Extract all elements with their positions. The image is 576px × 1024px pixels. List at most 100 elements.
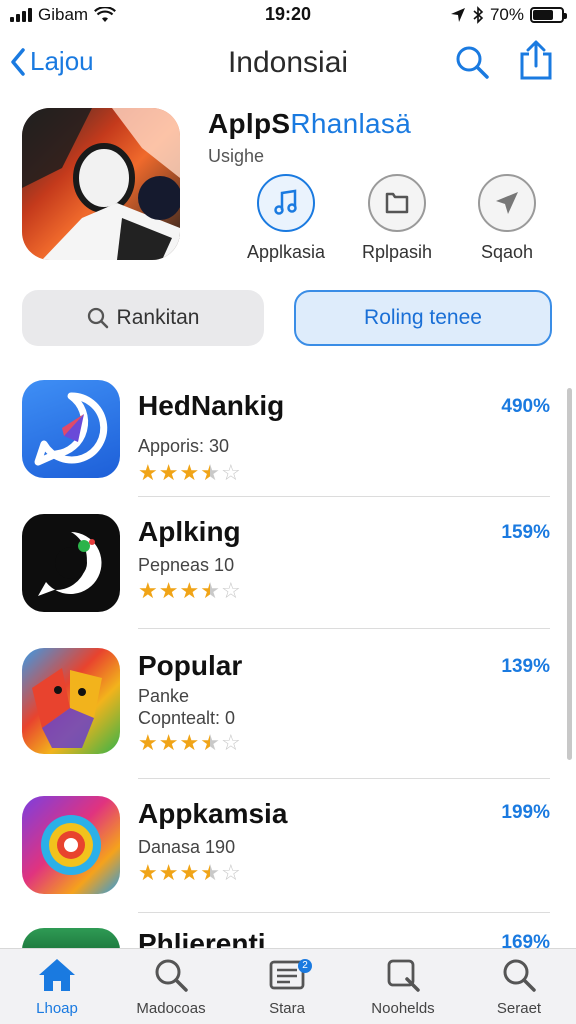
app-percent: 490% <box>501 396 550 417</box>
segment-label: Roling tenee <box>364 306 482 329</box>
star-icon: ★ <box>158 860 179 885</box>
music-note-icon <box>274 189 297 215</box>
app-meta: Copntealt: 0 <box>138 708 236 728</box>
star-icon: ★ <box>158 578 179 603</box>
search-doc-icon <box>387 959 420 992</box>
star-empty-icon: ☆ <box>220 730 241 755</box>
app-icon <box>22 928 120 950</box>
star-half-icon: ★ <box>200 578 220 603</box>
battery-percent: 70% <box>489 5 524 24</box>
tab-stara[interactable]: 2 Stara <box>232 957 342 1017</box>
list-item[interactable]: Appkamsia Danasa 190 ★ ★ ★ ★ ☆ 199% <box>0 796 576 906</box>
list-item[interactable]: Phlierenti 169% <box>0 928 576 950</box>
star-icon: ★ <box>138 460 158 485</box>
share-icon <box>520 40 552 80</box>
tab-label: Stara <box>269 1000 305 1017</box>
divider <box>138 778 550 779</box>
featured-app-subtitle: Usighe <box>208 146 265 166</box>
app-meta: Apporis: 30 <box>138 436 230 456</box>
tab-madocoas[interactable]: Madocoas <box>116 957 226 1017</box>
nav-bar: Lajou Indonsiai <box>0 36 576 92</box>
featured-app-title: AplpSRhanlasä <box>208 108 411 140</box>
app-name: Aplking <box>138 516 241 547</box>
photos-icon <box>41 815 101 875</box>
share-button[interactable] <box>518 40 554 85</box>
star-rating: ★ ★ ★ ★ ☆ <box>138 462 241 484</box>
search-icon <box>155 959 188 992</box>
list-item[interactable]: Aplking Pepneas 10 ★ ★ ★ ★ ☆ 159% <box>0 514 576 624</box>
star-empty-icon: ☆ <box>220 860 241 885</box>
star-icon: ★ <box>158 460 179 485</box>
tab-label: Noohelds <box>371 1000 435 1017</box>
tab-seraet[interactable]: Seraet <box>464 957 574 1017</box>
bluetooth-icon <box>473 6 484 24</box>
search-icon <box>87 307 108 329</box>
star-empty-icon: ☆ <box>220 460 241 485</box>
trending-segment-button[interactable]: Roling tenee <box>294 290 552 346</box>
star-icon: ★ <box>138 730 158 755</box>
tab-bar: Lhoap Madocoas 2 Stara Noohelds Seraet <box>0 948 576 1024</box>
divider <box>138 912 550 913</box>
compass-icon <box>34 392 108 466</box>
scrollbar[interactable] <box>567 388 572 760</box>
list-item[interactable]: Popular Panke Copntealt: 0 ★ ★ ★ ★ ☆ 139% <box>0 648 576 758</box>
divider <box>138 496 550 497</box>
app-name: HedNankig <box>138 390 285 421</box>
notification-badge: 2 <box>298 959 312 973</box>
action-label: Applkasia <box>246 242 326 262</box>
app-name: Appkamsia <box>138 798 288 829</box>
tab-home[interactable]: Lhoap <box>2 957 112 1017</box>
action-label: Rplpasih <box>361 242 433 262</box>
star-rating: ★ ★ ★ ★ ☆ <box>138 732 241 754</box>
list-item[interactable]: HedNankig Apporis: 30 ★ ★ ★ ★ ☆ 490% <box>0 380 576 490</box>
app-meta: Danasa 190 <box>138 837 236 857</box>
star-icon: ★ <box>158 730 179 755</box>
app-percent: 139% <box>501 656 550 677</box>
paper-plane-icon <box>496 192 518 214</box>
app-percent: 199% <box>501 802 550 823</box>
featured-app-title-main: AplpS <box>208 108 291 139</box>
battery-icon <box>530 7 567 23</box>
action-applkasia[interactable]: Applkasia <box>231 174 341 263</box>
featured-app-title-accent: Rhanlasä <box>290 108 412 139</box>
app-name: Phlierenti <box>138 928 266 950</box>
star-half-icon: ★ <box>200 730 220 755</box>
star-empty-icon: ☆ <box>220 578 241 603</box>
action-sqaoh[interactable]: Sqaoh <box>452 174 562 263</box>
rankings-search-button[interactable]: Rankitan <box>22 290 264 346</box>
search-button[interactable] <box>454 44 490 85</box>
app-icon <box>22 380 120 478</box>
star-half-icon: ★ <box>200 460 220 485</box>
segment-label: Rankitan <box>116 306 200 329</box>
folder-icon <box>385 192 409 214</box>
featured-app-icon[interactable] <box>22 108 180 260</box>
star-icon: ★ <box>179 860 200 885</box>
app-meta: Pepneas 10 <box>138 555 235 575</box>
star-icon: ★ <box>179 578 200 603</box>
action-rplpasih[interactable]: Rplpasih <box>342 174 452 263</box>
star-icon: ★ <box>138 578 158 603</box>
camera-bubble-icon <box>38 532 102 596</box>
tab-label: Seraet <box>496 1000 542 1017</box>
tab-label: Lhoap <box>36 1000 78 1017</box>
app-percent: 159% <box>501 522 550 543</box>
app-icon <box>22 514 120 612</box>
divider <box>138 628 550 629</box>
star-rating: ★ ★ ★ ★ ☆ <box>138 862 241 884</box>
tab-label: Madocoas <box>136 1000 206 1017</box>
tab-noohelds[interactable]: Noohelds <box>348 957 458 1017</box>
featured-app-artwork <box>22 108 180 260</box>
home-icon <box>39 959 75 991</box>
star-half-icon: ★ <box>200 860 220 885</box>
action-label: Sqaoh <box>480 242 534 262</box>
status-bar: Gibam 19:20 70% <box>0 0 576 30</box>
app-meta: Panke <box>138 686 190 706</box>
location-icon <box>450 8 465 22</box>
search-icon <box>456 46 489 79</box>
star-rating: ★ ★ ★ ★ ☆ <box>138 580 241 602</box>
app-icon <box>22 796 120 894</box>
status-right: 70% <box>450 5 567 25</box>
star-icon: ★ <box>179 730 200 755</box>
app-name: Popular <box>138 650 243 681</box>
star-icon: ★ <box>179 460 200 485</box>
